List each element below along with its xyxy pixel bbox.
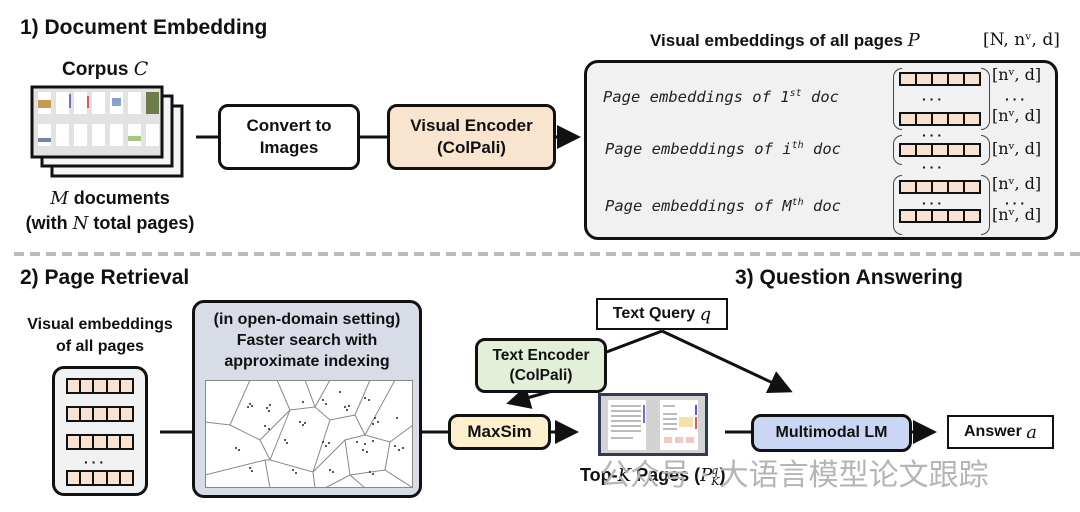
text-encoder-box: Text Encoder (ColPali) bbox=[475, 338, 607, 393]
right-paren-1st bbox=[981, 68, 990, 130]
embeddings-panel-title: Visual embeddings of all pages P bbox=[650, 30, 920, 51]
right-paren-ith bbox=[981, 135, 990, 165]
index-line1: (in open-domain setting) bbox=[213, 311, 401, 328]
index-line2: Faster search with bbox=[236, 331, 378, 349]
p-symbol: P bbox=[907, 30, 920, 51]
embedding-vector bbox=[66, 406, 134, 422]
ellipsis: ··· bbox=[922, 127, 945, 143]
mlm-label: Multimodal LM bbox=[775, 423, 888, 441]
row-label-ith-doc: Page embeddings of ith doc bbox=[605, 140, 841, 158]
watermark-text: 公众号 · 大语言模型论文跟踪 bbox=[600, 458, 989, 493]
index-box-text: (in open-domain setting) Faster search w… bbox=[192, 310, 422, 372]
row-label-suffix: doc bbox=[803, 140, 842, 159]
ellipsis: ··· bbox=[1005, 91, 1028, 107]
visual-embeddings-label: Visual embeddings of all pages bbox=[10, 314, 190, 357]
right-paren-mth bbox=[981, 175, 990, 235]
embedding-vector bbox=[899, 72, 981, 86]
row-shape: [nᵛ, d] bbox=[992, 139, 1042, 158]
top-k-pages-thumbnail-icon bbox=[598, 393, 708, 456]
row-label-text: Page embeddings of i bbox=[605, 140, 792, 159]
embedding-vector bbox=[899, 143, 981, 157]
row-label-mth-doc: Page embeddings of Mth doc bbox=[605, 197, 841, 215]
row-shape: [nᵛ, d] bbox=[992, 205, 1042, 224]
visual-encoder-line2: (ColPali) bbox=[437, 138, 506, 157]
ellipsis: ··· bbox=[922, 91, 945, 107]
row-label-1st-doc: Page embeddings of 1st doc bbox=[603, 88, 839, 106]
answer-box: Answer a bbox=[947, 415, 1054, 449]
row-shape: [nᵛ, d] bbox=[992, 174, 1042, 193]
row-label-sup: st bbox=[789, 88, 802, 99]
ellipsis: ··· bbox=[84, 454, 107, 470]
row-shape: [nᵛ, d] bbox=[992, 65, 1042, 84]
visual-encoder-line1: Visual Encoder bbox=[410, 115, 533, 135]
voronoi-diagram-icon bbox=[205, 380, 413, 488]
convert-to-images-box: Convert to Images bbox=[218, 104, 360, 170]
embedding-vector bbox=[66, 378, 134, 394]
embedding-vector bbox=[66, 434, 134, 450]
text-encoder-line2: (ColPali) bbox=[509, 366, 573, 384]
embeddings-title-text: Visual embeddings of all pages bbox=[650, 31, 903, 50]
a-symbol: a bbox=[1026, 421, 1037, 443]
maxsim-box: MaxSim bbox=[448, 414, 551, 450]
embeddings-label-line2: of all pages bbox=[55, 337, 145, 355]
embedding-vector bbox=[66, 470, 134, 486]
query-to-mlm-arrow bbox=[661, 329, 793, 393]
row-label-sup: th bbox=[791, 197, 804, 208]
index-line3: approximate indexing bbox=[224, 352, 390, 370]
text-query-box: Text Query q bbox=[596, 298, 728, 330]
section-2-title: 2) Page Retrieval bbox=[20, 266, 190, 289]
row-label-suffix: doc bbox=[803, 197, 842, 216]
convert-line2: Images bbox=[259, 138, 319, 157]
embedding-vector bbox=[899, 180, 981, 194]
q-symbol: q bbox=[699, 303, 712, 325]
embedding-vector bbox=[899, 112, 981, 126]
embedding-vector bbox=[899, 209, 981, 223]
row-label-text: Page embeddings of M bbox=[605, 197, 792, 216]
row-label-text: Page embeddings of 1 bbox=[603, 88, 790, 107]
embeddings-label-line1: Visual embeddings bbox=[27, 316, 173, 333]
ellipsis: ··· bbox=[922, 195, 945, 211]
text-encoder-line1: Text Encoder bbox=[492, 347, 590, 365]
text-query-label: Text Query bbox=[612, 305, 696, 322]
row-label-suffix: doc bbox=[801, 88, 840, 107]
row-label-sup: th bbox=[791, 140, 804, 151]
convert-line1: Convert to bbox=[246, 115, 332, 135]
answer-label: Answer bbox=[964, 423, 1022, 440]
ellipsis: ··· bbox=[922, 159, 945, 175]
visual-encoder-box: Visual Encoder (ColPali) bbox=[387, 104, 556, 170]
maxsim-label: MaxSim bbox=[467, 421, 532, 441]
embeddings-shape: [N, nᵛ, d] bbox=[983, 30, 1060, 50]
multimodal-lm-box: Multimodal LM bbox=[751, 414, 912, 452]
section-3-title: 3) Question Answering bbox=[735, 266, 963, 289]
row-shape: [nᵛ, d] bbox=[992, 106, 1042, 125]
